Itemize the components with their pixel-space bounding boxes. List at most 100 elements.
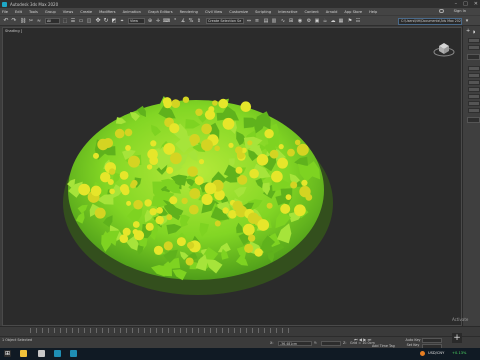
- menu-views[interactable]: Views: [63, 10, 73, 14]
- maximize-icon[interactable]: □: [463, 1, 468, 7]
- select-by-name-icon[interactable]: ☰: [70, 18, 76, 24]
- 3dsmax-taskbar-icon-2[interactable]: [70, 350, 77, 357]
- selected-dropdown[interactable]: [422, 338, 442, 343]
- flower: [201, 123, 212, 135]
- redo-icon[interactable]: ↷: [11, 18, 17, 24]
- placement-icon[interactable]: ⌖: [119, 18, 125, 24]
- menu-create[interactable]: Create: [80, 10, 92, 14]
- menu-edit[interactable]: Edit: [15, 10, 22, 14]
- currency-pair[interactable]: USD/CNY: [428, 351, 444, 355]
- curve-editor-icon[interactable]: ∿: [280, 18, 286, 24]
- notepad-icon[interactable]: [38, 350, 45, 357]
- user-icon[interactable]: [439, 9, 444, 13]
- select-object-icon[interactable]: ⬚: [62, 18, 68, 24]
- y-coord-field[interactable]: [321, 341, 341, 346]
- close-icon[interactable]: ✕: [474, 1, 478, 7]
- move-icon[interactable]: ✥: [95, 18, 101, 24]
- menu-rendering[interactable]: Rendering: [180, 10, 198, 14]
- menu-animation[interactable]: Animation: [123, 10, 141, 14]
- schematic-view-icon[interactable]: ⊞: [288, 18, 294, 24]
- render-cloud-icon[interactable]: ☁: [330, 18, 336, 24]
- snaps-toggle-icon[interactable]: ³: [172, 18, 178, 24]
- menu-civil-view[interactable]: Civil View: [205, 10, 222, 14]
- track-bar[interactable]: [0, 326, 480, 336]
- keyboard-shortcut-icon[interactable]: ⌨: [163, 18, 170, 24]
- menu-interactive[interactable]: Interactive: [278, 10, 297, 14]
- modify-tab-icon[interactable]: ◗: [473, 29, 475, 34]
- command-button[interactable]: [468, 45, 480, 50]
- menu-modifiers[interactable]: Modifiers: [99, 10, 115, 14]
- currency-widget-icon[interactable]: [420, 351, 425, 356]
- menu-scripting[interactable]: Scripting: [255, 10, 271, 14]
- sign-in-link[interactable]: Sign In: [454, 9, 466, 13]
- named-selection-dropdown[interactable]: Create Selection Se: [206, 18, 244, 24]
- render-production-icon[interactable]: ☕: [322, 18, 328, 24]
- scale-icon[interactable]: ◩: [111, 18, 117, 24]
- unlink-icon[interactable]: ✂: [28, 18, 34, 24]
- flower: [125, 145, 131, 151]
- command-button[interactable]: [468, 73, 480, 78]
- flower: [171, 99, 181, 108]
- 3dsmax-taskbar-icon[interactable]: [54, 350, 61, 357]
- reference-coord-dropdown[interactable]: View: [128, 18, 145, 24]
- x-coord-field[interactable]: -36.481cm: [278, 341, 312, 346]
- menu-help[interactable]: Help: [369, 10, 377, 14]
- menu-graph-editors[interactable]: Graph Editors: [148, 10, 173, 14]
- plant-model[interactable]: [3, 28, 462, 326]
- angle-snap-icon[interactable]: ∡: [180, 18, 186, 24]
- link-icon[interactable]: ⛓: [20, 18, 26, 24]
- command-button[interactable]: [468, 66, 480, 71]
- menu-tools[interactable]: Tools: [29, 10, 38, 14]
- command-button[interactable]: [468, 80, 480, 85]
- selection-filter-dropdown[interactable]: All: [45, 18, 60, 24]
- bind-space-warp-icon[interactable]: ≈: [36, 18, 42, 24]
- a360-gallery-icon[interactable]: ▦: [338, 18, 344, 24]
- layer-explorer-icon[interactable]: ▤: [263, 18, 269, 24]
- command-button[interactable]: [468, 108, 480, 113]
- command-button[interactable]: [468, 101, 480, 106]
- project-folder-dropdown[interactable]: C:\Users\NH\Documents\3ds Max 2020: [398, 18, 462, 25]
- windows-start-icon[interactable]: ⊞: [4, 350, 11, 357]
- perspective-viewport[interactable]: Shading ]: [2, 27, 462, 326]
- pivot-center-icon[interactable]: ⊕: [147, 18, 153, 24]
- file-explorer-icon[interactable]: [20, 350, 27, 357]
- menu-group[interactable]: Group: [45, 10, 56, 14]
- play-controls-icon[interactable]: ⏮ ◀ ▶ ⏭: [354, 337, 371, 342]
- align-icon[interactable]: ≡: [254, 18, 260, 24]
- spinner-snap-icon[interactable]: ⇕: [196, 18, 202, 24]
- modifier-list[interactable]: [467, 117, 480, 123]
- material-editor-icon[interactable]: ◉: [297, 18, 303, 24]
- create-tab-icon[interactable]: +: [466, 28, 470, 34]
- select-manipulate-icon[interactable]: ✛: [155, 18, 161, 24]
- add-viewport-button[interactable]: +: [452, 333, 462, 343]
- menu-content[interactable]: Content: [304, 10, 318, 14]
- scene-explorer-icon[interactable]: ☷: [355, 18, 361, 24]
- timeline-ticks[interactable]: [30, 328, 290, 333]
- undo-icon[interactable]: ↶: [3, 18, 9, 24]
- flower: [170, 152, 182, 165]
- window-crossing-icon[interactable]: ◫: [86, 18, 92, 24]
- folder-icon[interactable]: ▾: [464, 18, 470, 24]
- menu-customize[interactable]: Customize: [229, 10, 248, 14]
- asset-tracking-icon[interactable]: ⚑: [347, 18, 353, 24]
- rect-selection-icon[interactable]: ▭: [78, 18, 84, 24]
- command-button[interactable]: [468, 87, 480, 92]
- command-button[interactable]: [468, 94, 480, 99]
- command-panel: + ◗: [462, 26, 480, 326]
- menu-file[interactable]: File: [2, 10, 8, 14]
- mirror-icon[interactable]: ⇔: [246, 18, 252, 24]
- rotate-icon[interactable]: ↻: [103, 18, 109, 24]
- menu-app-store[interactable]: App Store: [344, 10, 362, 14]
- percent-snap-icon[interactable]: %: [188, 18, 194, 24]
- flower: [201, 139, 213, 151]
- render-setup-icon[interactable]: ⚙: [306, 18, 312, 24]
- command-button[interactable]: [468, 38, 480, 43]
- ribbon-toggle-icon[interactable]: ▥: [271, 18, 277, 24]
- minimize-icon[interactable]: –: [455, 1, 458, 7]
- object-name-field[interactable]: [467, 54, 480, 60]
- app-window: Autodesk 3ds Max 2020 – □ ✕ File Edit To…: [0, 0, 480, 360]
- flower: [182, 96, 190, 103]
- rendered-frame-icon[interactable]: ▣: [314, 18, 320, 24]
- flower: [212, 100, 218, 106]
- menu-arnold[interactable]: Arnold: [326, 10, 338, 14]
